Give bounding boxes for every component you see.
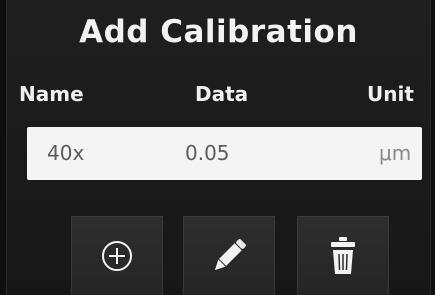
- calibration-panel: Add Calibration Name Data Unit 40x 0.05 …: [6, 0, 431, 295]
- column-header-name: Name: [19, 82, 84, 106]
- column-header-data: Data: [195, 82, 249, 106]
- row-name-cell: 40x: [47, 141, 85, 165]
- add-button[interactable]: [71, 216, 163, 295]
- table-row[interactable]: 40x 0.05 μm: [27, 127, 422, 180]
- edit-button[interactable]: [183, 216, 275, 295]
- page-title: Add Calibration: [79, 14, 358, 50]
- pencil-icon: [214, 239, 246, 271]
- trash-icon: [331, 237, 355, 274]
- circle-plus-icon: [102, 241, 132, 271]
- row-data-cell: 0.05: [185, 141, 230, 165]
- delete-button[interactable]: [297, 216, 389, 295]
- row-unit-cell: μm: [379, 141, 412, 165]
- column-header-unit: Unit: [367, 82, 414, 106]
